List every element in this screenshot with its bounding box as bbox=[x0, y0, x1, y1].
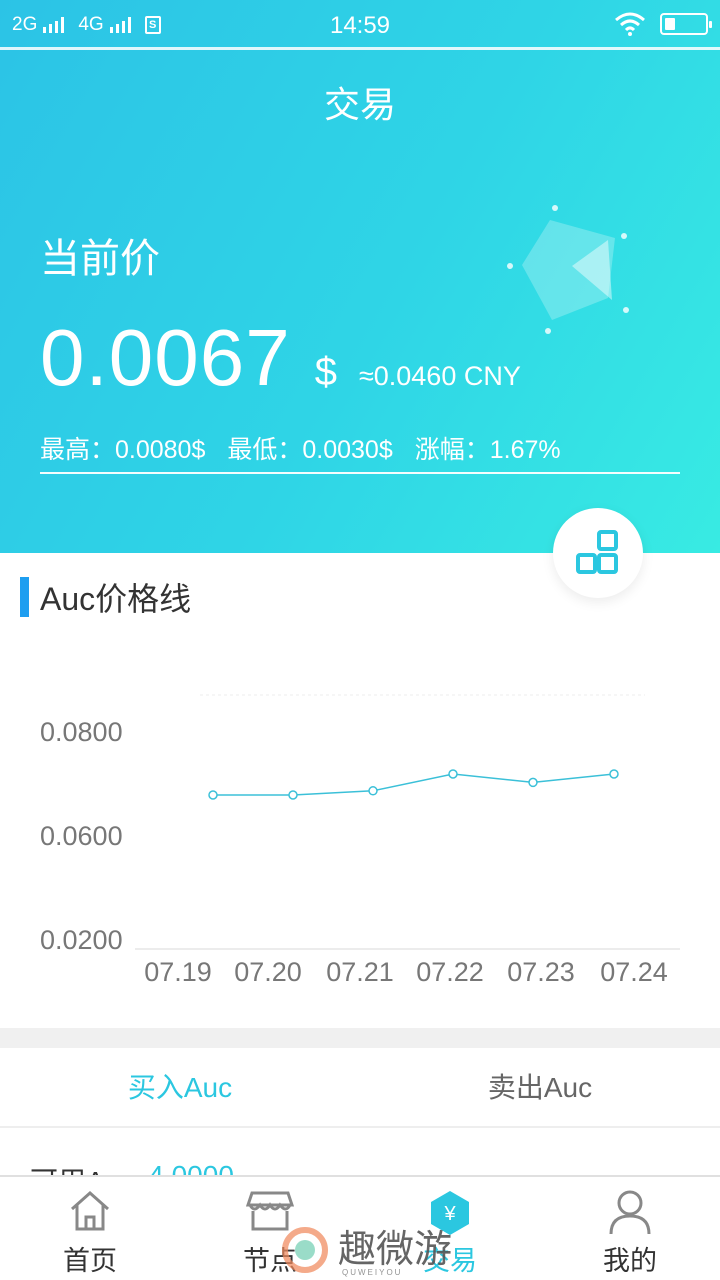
page-title: 交易 bbox=[323, 84, 396, 125]
section-accent-bar bbox=[20, 577, 29, 617]
price-row: 0.0067 $ ≈0.0460 CNY bbox=[40, 312, 521, 404]
price-chart: 0.0800 0.0600 0.0200 07.19 07.20 07.21 07.22 07… bbox=[0, 640, 720, 1010]
clock: 14:59 bbox=[329, 12, 391, 39]
y-tick-label: 0.0600 bbox=[40, 821, 123, 851]
trade-tabs: 买入Auc 卖出Auc bbox=[0, 1048, 720, 1128]
y-tick-label: 0.0800 bbox=[40, 717, 123, 747]
watermark-sub: QUWEIYOU bbox=[342, 1268, 403, 1277]
price-cny: ≈0.0460 CNY bbox=[358, 361, 521, 391]
price-unit: $ bbox=[314, 350, 337, 394]
battery-icon bbox=[660, 13, 712, 35]
data-point bbox=[609, 769, 619, 779]
tab-sell[interactable]: 卖出Auc bbox=[360, 1048, 720, 1126]
nav-home[interactable]: 首页 bbox=[0, 1177, 180, 1280]
divider bbox=[40, 472, 680, 474]
x-tick-label: 07.22 bbox=[416, 957, 484, 987]
y-tick-label: 0.0200 bbox=[40, 925, 123, 955]
current-price-value: 0.0067 bbox=[40, 313, 291, 402]
status-bar: 2G 4G S 14:59 bbox=[0, 0, 720, 50]
price-change: 涨幅：1.67% bbox=[414, 436, 561, 464]
watermark: 趣微游 QUWEIYOU bbox=[280, 1222, 480, 1278]
watermark-text: 趣微游 bbox=[338, 1229, 453, 1271]
nav-me-label: 我的 bbox=[603, 1246, 657, 1276]
watermark-logo-icon bbox=[282, 1227, 328, 1273]
nav-home-label: 首页 bbox=[63, 1246, 117, 1276]
section-gap bbox=[0, 1028, 720, 1048]
price-high: 最高：0.0080$ bbox=[40, 436, 206, 464]
x-tick-label: 07.23 bbox=[507, 957, 575, 987]
price-low: 最低：0.0030$ bbox=[227, 436, 393, 464]
crystal-icon bbox=[507, 205, 629, 334]
x-tick-label: 07.24 bbox=[600, 957, 668, 987]
section-header: Auc价格线 bbox=[20, 574, 191, 620]
section-title: Auc价格线 bbox=[40, 581, 192, 617]
data-point bbox=[208, 790, 218, 800]
data-point bbox=[368, 786, 378, 796]
price-header: 2G 4G S 14:59 交易 当前价 0.0067 $ ≈0.0460 CN… bbox=[0, 0, 720, 553]
data-point bbox=[448, 769, 458, 779]
grid-icon bbox=[576, 530, 618, 574]
home-icon bbox=[71, 1190, 109, 1231]
price-line-chart: 0.0800 0.0600 0.0200 07.19 07.20 07.21 07.22 07… bbox=[40, 694, 680, 987]
grid-menu-button[interactable] bbox=[553, 508, 643, 598]
current-price-label: 当前价 bbox=[40, 237, 160, 281]
x-tick-label: 07.19 bbox=[144, 957, 212, 987]
x-tick-label: 07.21 bbox=[326, 957, 394, 987]
nav-me[interactable]: 我的 bbox=[540, 1177, 720, 1280]
wifi-icon bbox=[615, 12, 645, 36]
tab-buy[interactable]: 买入Auc bbox=[0, 1048, 360, 1126]
price-stats: 最高：0.0080$ 最低：0.0030$ 涨幅：1.67% bbox=[40, 430, 561, 466]
data-point bbox=[288, 790, 298, 800]
x-tick-label: 07.20 bbox=[234, 957, 302, 987]
data-point bbox=[528, 777, 538, 788]
series-line bbox=[213, 773, 615, 796]
user-icon bbox=[609, 1190, 651, 1235]
